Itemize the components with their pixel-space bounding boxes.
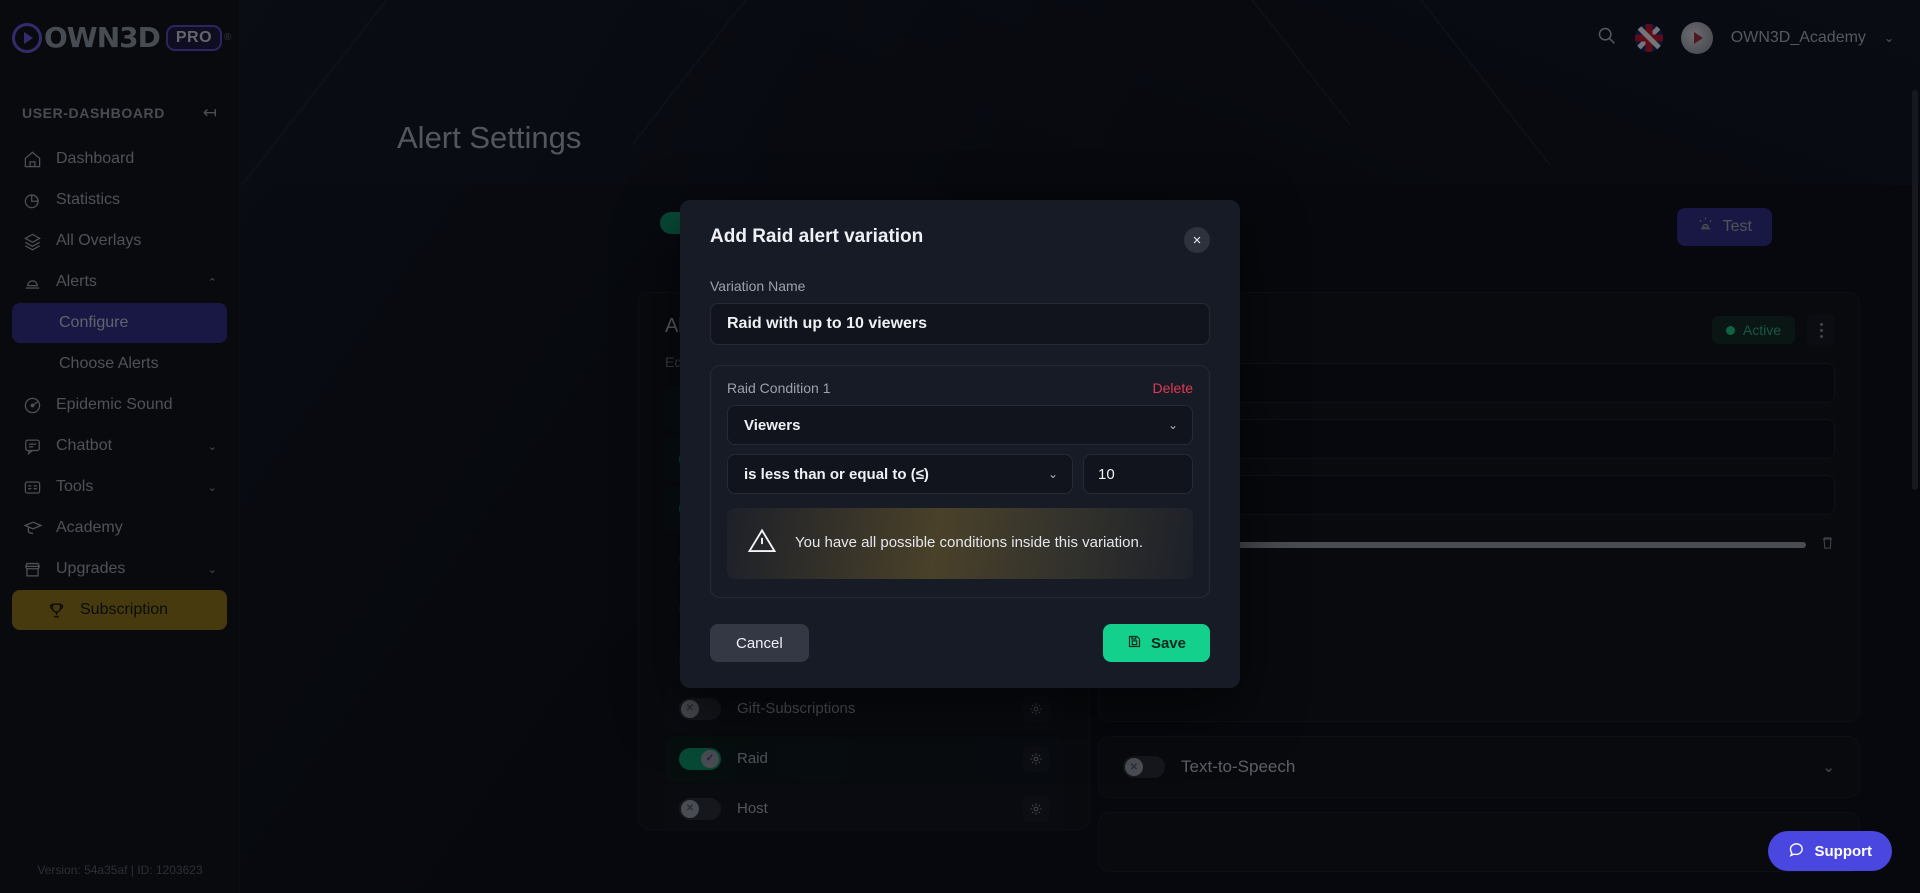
add-variation-modal: Add Raid alert variation × Variation Nam… [680, 200, 1240, 688]
condition-field-value: Viewers [744, 417, 800, 434]
warning-message: You have all possible conditions inside … [795, 533, 1143, 553]
save-button-label: Save [1151, 635, 1186, 652]
condition-operator-select[interactable]: is less than or equal to (≤) ⌄ [727, 454, 1073, 494]
condition-field-select[interactable]: Viewers ⌄ [727, 405, 1193, 445]
warning-triangle-icon [747, 526, 777, 561]
variation-name-input[interactable] [710, 303, 1210, 345]
save-button[interactable]: Save [1103, 624, 1210, 662]
delete-condition-link[interactable]: Delete [1153, 380, 1193, 396]
condition-warning-banner: You have all possible conditions inside … [727, 508, 1193, 579]
chevron-down-icon: ⌄ [1048, 467, 1058, 481]
close-icon[interactable]: × [1184, 227, 1210, 253]
raid-condition-group: Raid Condition 1 Delete Viewers ⌄ is les… [710, 365, 1210, 598]
modal-title: Add Raid alert variation [710, 226, 1210, 248]
condition-title: Raid Condition 1 [727, 380, 831, 396]
cancel-button[interactable]: Cancel [710, 624, 809, 662]
support-button[interactable]: Support [1768, 831, 1893, 871]
floppy-disk-icon [1127, 634, 1142, 653]
support-button-label: Support [1815, 843, 1873, 860]
condition-operator-row: is less than or equal to (≤) ⌄ [727, 454, 1193, 494]
condition-operator-value: is less than or equal to (≤) [744, 466, 929, 483]
chevron-down-icon: ⌄ [1168, 418, 1178, 432]
variation-name-label: Variation Name [710, 278, 1210, 294]
condition-header: Raid Condition 1 Delete [727, 380, 1193, 396]
chat-bubble-icon [1788, 841, 1805, 862]
modal-actions: Cancel Save [710, 624, 1210, 662]
condition-value-input[interactable] [1083, 454, 1193, 494]
app-root: OWN3D PRO ® USER-DASHBOARD ↤ Dashboard S… [0, 0, 1920, 893]
